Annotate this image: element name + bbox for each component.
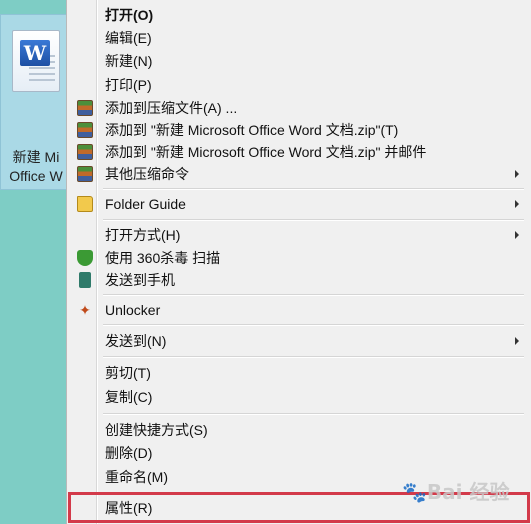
menu-item-label: 复制(C): [105, 389, 153, 405]
menu-item-add-to-archive[interactable]: 添加到压缩文件(A) ...: [69, 97, 528, 119]
menu-item-label: 添加到 "新建 Microsoft Office Word 文档.zip"(T): [105, 122, 399, 138]
menu-item-open-with[interactable]: 打开方式(H): [69, 224, 528, 246]
watermark-text: Bai 经验: [426, 480, 510, 504]
menu-item-label: 打印(P): [105, 77, 152, 93]
word-badge-icon: W: [20, 40, 50, 66]
menu-item-label: 发送到(N): [105, 333, 167, 349]
desktop-file-label[interactable]: 新建 Mi Office W: [0, 148, 72, 186]
menu-separator: [103, 294, 524, 296]
watermark: 🐾Bai 经验: [402, 476, 509, 505]
menu-item-other-compress-commands[interactable]: 其他压缩命令: [69, 163, 528, 185]
menu-item-new[interactable]: 新建(N): [69, 50, 528, 72]
context-menu: 打开(O) 编辑(E) 新建(N) 打印(P) 添加到压缩文件(A) ... 添…: [66, 0, 531, 524]
winrar-icon: [77, 144, 93, 160]
menu-item-add-to-zip[interactable]: 添加到 "新建 Microsoft Office Word 文档.zip"(T): [69, 119, 528, 141]
menu-item-label: 新建(N): [105, 53, 153, 69]
menu-item-label: Unlocker: [105, 302, 161, 318]
menu-item-label: 剪切(T): [105, 365, 151, 381]
menu-separator: [103, 413, 524, 415]
menu-item-label: 删除(D): [105, 445, 153, 461]
shield-360-icon: [77, 250, 93, 266]
desktop-file-label-line1: 新建 Mi: [12, 149, 60, 165]
folder-icon: [77, 196, 93, 212]
menu-item-delete[interactable]: 删除(D): [69, 442, 528, 464]
menu-item-scan-360[interactable]: 使用 360杀毒 扫描: [69, 247, 528, 269]
menu-item-label: 打开(O): [105, 7, 154, 23]
menu-item-send-to[interactable]: 发送到(N): [69, 330, 528, 352]
menu-item-label: 添加到 "新建 Microsoft Office Word 文档.zip" 并邮…: [105, 144, 427, 160]
menu-item-label: 编辑(E): [105, 30, 152, 46]
menu-item-label: 重命名(M): [105, 469, 168, 485]
submenu-arrow-icon: [515, 337, 519, 345]
submenu-arrow-icon: [515, 231, 519, 239]
menu-item-label: 使用 360杀毒 扫描: [105, 250, 221, 266]
menu-item-label: Folder Guide: [105, 196, 186, 212]
menu-separator: [103, 356, 524, 358]
submenu-arrow-icon: [515, 170, 519, 178]
menu-item-label: 添加到压缩文件(A) ...: [105, 100, 238, 116]
menu-separator: [103, 219, 524, 221]
menu-item-cut[interactable]: 剪切(T): [69, 362, 528, 384]
menu-item-create-shortcut[interactable]: 创建快捷方式(S): [69, 419, 528, 441]
menu-item-folder-guide[interactable]: Folder Guide: [69, 193, 528, 215]
winrar-icon: [77, 100, 93, 116]
menu-item-label: 其他压缩命令: [105, 166, 189, 182]
winrar-icon: [77, 166, 93, 182]
menu-item-copy[interactable]: 复制(C): [69, 386, 528, 408]
menu-separator: [103, 188, 524, 190]
menu-item-unlocker[interactable]: ✦ Unlocker: [69, 299, 528, 321]
menu-item-send-to-phone[interactable]: 发送到手机: [69, 269, 528, 291]
menu-item-add-to-zip-and-email[interactable]: 添加到 "新建 Microsoft Office Word 文档.zip" 并邮…: [69, 141, 528, 163]
menu-separator: [103, 324, 524, 326]
submenu-arrow-icon: [515, 200, 519, 208]
phone-icon: [79, 272, 91, 288]
magic-wand-icon: ✦: [79, 302, 91, 318]
desktop-file-label-line2: Office W: [9, 168, 63, 184]
menu-item-label: 打开方式(H): [105, 227, 181, 243]
paw-icon: 🐾: [402, 480, 427, 504]
menu-item-label: 创建快捷方式(S): [105, 422, 208, 438]
winrar-icon: [77, 122, 93, 138]
menu-item-edit[interactable]: 编辑(E): [69, 27, 528, 49]
menu-item-open[interactable]: 打开(O): [69, 4, 528, 26]
menu-item-print[interactable]: 打印(P): [69, 74, 528, 96]
menu-item-label: 发送到手机: [105, 272, 175, 288]
